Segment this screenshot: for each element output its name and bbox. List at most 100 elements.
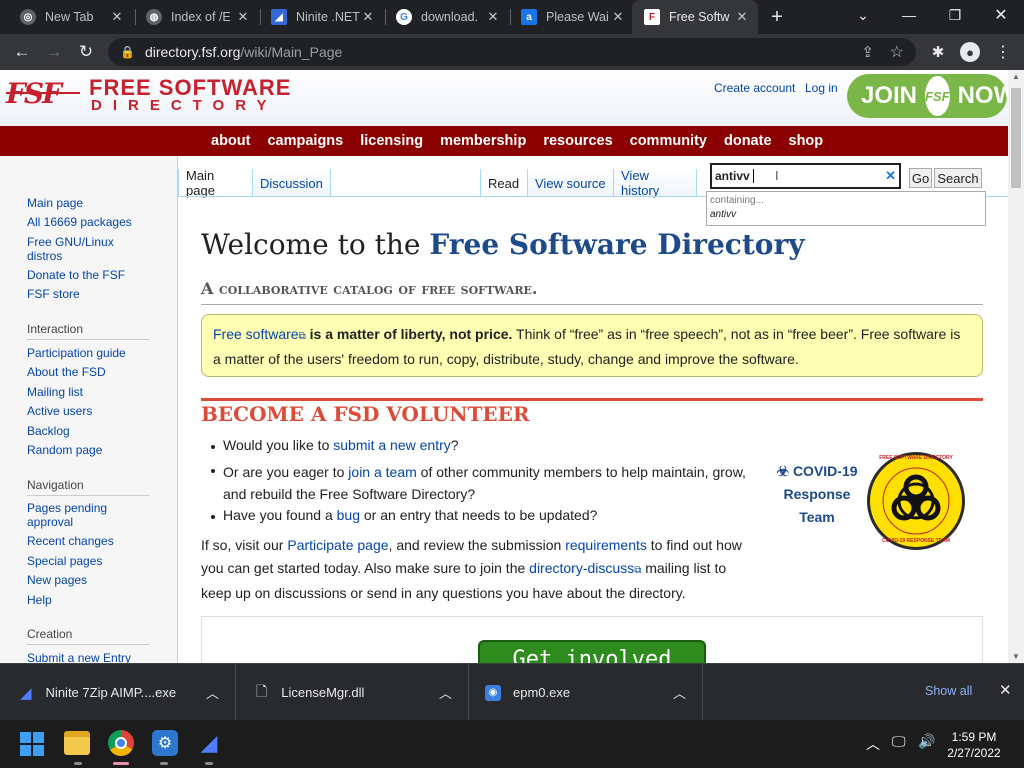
tab-discussion[interactable]: Discussion bbox=[252, 169, 331, 197]
nav-donate[interactable]: donate bbox=[724, 133, 772, 149]
close-tab-icon[interactable]: ✕ bbox=[611, 9, 625, 25]
get-involved-button[interactable]: Get involved bbox=[478, 640, 706, 663]
menu-kebab-icon[interactable]: ⋮ bbox=[991, 40, 1015, 64]
fsf-logo-mark[interactable]: FSF bbox=[6, 78, 80, 110]
close-tab-icon[interactable]: ✕ bbox=[110, 9, 124, 25]
nav-campaigns[interactable]: campaigns bbox=[267, 133, 343, 149]
control-panel-icon[interactable]: ⚙ bbox=[152, 730, 178, 756]
close-tab-icon[interactable]: ✕ bbox=[236, 9, 250, 25]
sidebar-item-mailing-list[interactable]: Mailing list bbox=[27, 385, 83, 399]
show-all-button[interactable]: Show all bbox=[925, 684, 972, 698]
tab-ninite[interactable]: ◢ Ninite .NET ✕ bbox=[259, 0, 384, 34]
chrome-taskbar-icon[interactable] bbox=[108, 730, 134, 756]
sidebar-item-recent-changes[interactable]: Recent changes bbox=[27, 534, 114, 548]
tab-free-software-active[interactable]: F Free Softw ✕ bbox=[632, 0, 758, 34]
sidebar-item-new-pages[interactable]: New pages bbox=[27, 573, 87, 587]
close-tab-icon[interactable]: ✕ bbox=[486, 9, 500, 25]
download-chevron-up-icon[interactable]: ︿ bbox=[673, 683, 686, 702]
tab-index-of[interactable]: ◍ Index of /E ✕ bbox=[134, 0, 259, 34]
sidebar-item-participation-guide[interactable]: Participation guide bbox=[27, 346, 126, 360]
new-tab-icon[interactable]: + bbox=[762, 2, 792, 32]
ninite-taskbar-icon[interactable]: ◢ bbox=[196, 730, 222, 756]
page-title: Welcome to the Free Software Directory bbox=[201, 228, 805, 261]
sidebar-item-main-page[interactable]: Main page bbox=[27, 196, 83, 210]
tab-read[interactable]: Read bbox=[480, 169, 527, 197]
join-a-team-link[interactable]: join a team bbox=[348, 464, 416, 480]
clock[interactable]: 1:59 PM 2/27/2022 bbox=[946, 729, 1002, 761]
close-downloads-icon[interactable]: ✕ bbox=[999, 681, 1012, 699]
download-item[interactable]: ◉ epm0.exe ︿ bbox=[469, 664, 703, 721]
directory-discuss-link[interactable]: directory-discuss bbox=[529, 560, 634, 576]
tray-chevron-up-icon[interactable]: ︿ bbox=[866, 734, 880, 754]
search-button[interactable]: Search bbox=[934, 168, 982, 188]
minimize-icon[interactable]: — bbox=[886, 0, 932, 30]
bookmark-star-icon[interactable]: ☆ bbox=[890, 42, 904, 62]
suggestion-containing[interactable]: containing... bbox=[710, 195, 764, 206]
participate-page-link[interactable]: Participate page bbox=[287, 537, 388, 553]
bug-link[interactable]: bug bbox=[337, 507, 360, 523]
covid-team-link[interactable]: ☣ COVID-19 Response Team bbox=[772, 460, 862, 529]
download-chevron-up-icon[interactable]: ︿ bbox=[206, 683, 219, 702]
volume-icon[interactable]: 🔊 bbox=[918, 733, 935, 750]
download-chevron-up-icon[interactable]: ︿ bbox=[439, 683, 452, 702]
go-button[interactable]: Go bbox=[909, 168, 932, 188]
create-account-link[interactable]: Create account bbox=[714, 81, 795, 95]
sidebar-item-special-pages[interactable]: Special pages bbox=[27, 554, 102, 568]
restore-icon[interactable]: ❐ bbox=[932, 0, 978, 30]
back-arrow-icon[interactable]: ← bbox=[10, 40, 34, 64]
share-icon[interactable]: ⇪ bbox=[861, 43, 874, 61]
network-icon[interactable]: 🖵 bbox=[892, 733, 906, 750]
file-explorer-icon[interactable] bbox=[64, 731, 90, 755]
download-item[interactable]: ◢ Ninite 7Zip AIMP....exe ︿ bbox=[0, 664, 236, 721]
sidebar-item-help[interactable]: Help bbox=[27, 593, 52, 607]
sidebar-item-backlog[interactable]: Backlog bbox=[27, 424, 70, 438]
close-tab-icon[interactable]: ✕ bbox=[735, 9, 749, 25]
window-close-icon[interactable]: ✕ bbox=[978, 0, 1024, 30]
submit-new-entry-link[interactable]: submit a new entry bbox=[333, 437, 451, 453]
scroll-down-arrow-icon[interactable]: ▼ bbox=[1012, 652, 1020, 661]
tab-view-source[interactable]: View source bbox=[527, 169, 613, 197]
nav-resources[interactable]: resources bbox=[543, 133, 612, 149]
requirements-link[interactable]: requirements bbox=[565, 537, 647, 553]
profile-icon[interactable]: ● bbox=[958, 40, 982, 64]
nav-community[interactable]: community bbox=[630, 133, 707, 149]
tab-new-tab[interactable]: ◎ New Tab ✕ bbox=[8, 0, 133, 34]
covid-response-badge[interactable]: FREE SOFTWARE DIRECTORY COVID-19 RESPONS… bbox=[865, 450, 967, 552]
free-software-link[interactable]: Free software bbox=[213, 326, 299, 342]
nav-about[interactable]: about bbox=[211, 133, 250, 149]
close-tab-icon[interactable]: ✕ bbox=[361, 9, 375, 25]
tab-view-history[interactable]: View history bbox=[613, 168, 697, 198]
join-fsf-now-button[interactable]: JOIN FSF NOW bbox=[847, 74, 1008, 118]
suggestion-item[interactable]: antivv bbox=[710, 209, 736, 220]
sidebar-item-submit-entry[interactable]: Submit a new Entry bbox=[27, 651, 131, 663]
download-item[interactable]: 🗋 LicenseMgr.dll ︿ bbox=[236, 664, 469, 721]
extensions-puzzle-icon[interactable]: ✱ bbox=[926, 40, 950, 64]
nav-membership[interactable]: membership bbox=[440, 133, 526, 149]
log-in-link[interactable]: Log in bbox=[805, 81, 838, 95]
logo-line-directory[interactable]: DIRECTORY bbox=[91, 97, 278, 114]
page-scrollbar[interactable]: ▲ ▼ bbox=[1008, 70, 1024, 663]
reload-icon[interactable]: ↻ bbox=[74, 40, 98, 64]
clear-search-icon[interactable]: ✕ bbox=[885, 168, 896, 184]
sidebar-item-donate[interactable]: Donate to the FSF bbox=[27, 268, 125, 282]
scrollbar-thumb[interactable] bbox=[1011, 88, 1021, 188]
sidebar-item-active-users[interactable]: Active users bbox=[27, 404, 92, 418]
tab-main-page[interactable]: Main page bbox=[178, 168, 252, 198]
sidebar-item-fsf-store[interactable]: FSF store bbox=[27, 287, 80, 301]
windows-start-icon[interactable] bbox=[20, 732, 44, 756]
tab-search-chevron-icon[interactable]: ⌄ bbox=[840, 0, 886, 30]
search-input[interactable]: antivv I ✕ bbox=[710, 163, 901, 189]
forward-arrow-icon[interactable]: → bbox=[42, 40, 66, 64]
tab-google-download[interactable]: G download. ✕ bbox=[384, 0, 509, 34]
sidebar-item-pages-pending[interactable]: Pages pending approval bbox=[27, 501, 137, 529]
address-bar[interactable]: 🔒 directory.fsf.org/wiki/Main_Page ⇪ ☆ bbox=[108, 38, 916, 66]
sidebar-item-all-packages[interactable]: All 16669 packages bbox=[27, 215, 132, 229]
browser-tab-strip: ◎ New Tab ✕ ◍ Index of /E ✕ ◢ Ninite .NE… bbox=[0, 0, 1024, 34]
sidebar-item-random-page[interactable]: Random page bbox=[27, 443, 102, 457]
tab-please-wait[interactable]: a Please Wai ✕ bbox=[509, 0, 634, 34]
sidebar-item-gnu-linux-distros[interactable]: Free GNU/Linux distros bbox=[27, 235, 137, 263]
nav-shop[interactable]: shop bbox=[789, 133, 824, 149]
sidebar-item-about-fsd[interactable]: About the FSD bbox=[27, 365, 106, 379]
scroll-up-arrow-icon[interactable]: ▲ bbox=[1012, 72, 1020, 81]
nav-licensing[interactable]: licensing bbox=[360, 133, 423, 149]
